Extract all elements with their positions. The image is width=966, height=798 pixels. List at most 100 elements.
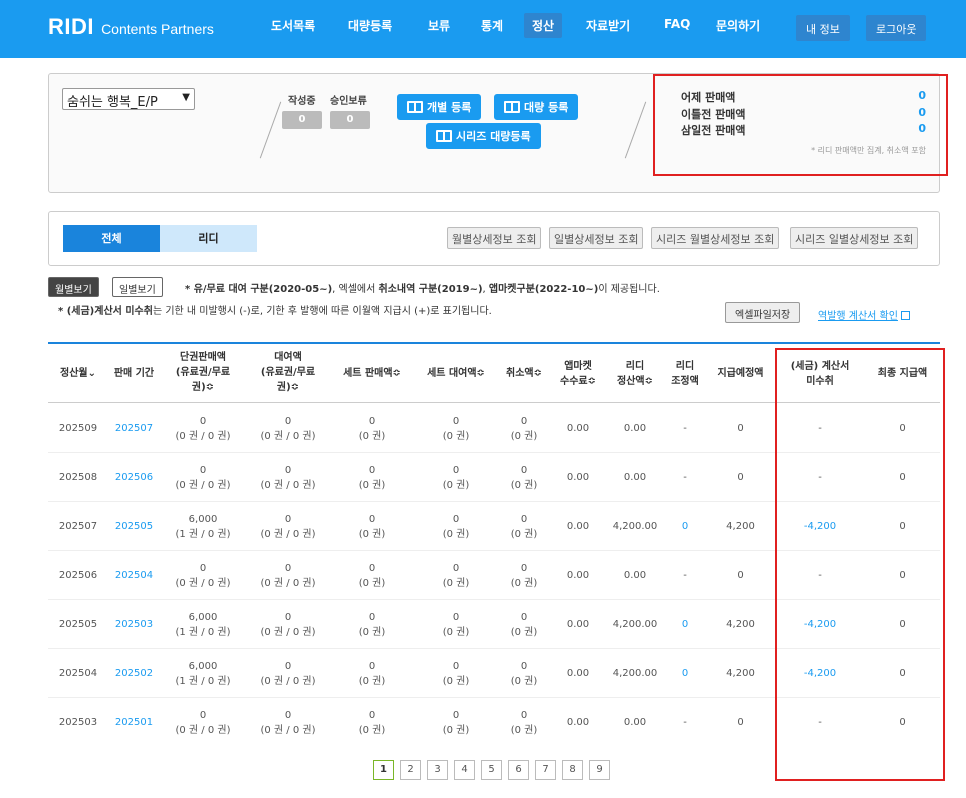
daily-view-button[interactable]: 일별보기 <box>112 277 163 297</box>
table-cell-rental: 0 (0 권 / 0 권) <box>260 514 316 540</box>
column-header-ridi-settle[interactable]: 리디 정산액≎ <box>606 359 664 389</box>
table-cell-appmarket-fee: 0.00 <box>566 423 590 434</box>
column-header-set-sales[interactable]: 세트 판매액≎ <box>330 366 414 381</box>
page-button[interactable]: 5 <box>481 760 502 780</box>
table-cell-single-sales: 6,000 (1 권 / 0 권) <box>175 514 231 540</box>
table-cell-rental: 0 (0 권 / 0 권) <box>260 612 316 638</box>
table-cell-sale-period[interactable]: 202503 <box>108 617 160 632</box>
table-cell-expected-pay: 4,200 <box>726 668 755 679</box>
page-button[interactable]: 8 <box>562 760 583 780</box>
table-cell-appmarket-fee: 0.00 <box>566 570 590 581</box>
excel-save-button[interactable]: 엑셀파일저장 <box>725 302 801 323</box>
table-cell-ridi-adjust[interactable]: 0 <box>664 666 706 681</box>
table-cell-expected-pay: 0 <box>737 423 744 434</box>
column-header-ridi-adjust: 리디 조정액 <box>671 361 699 387</box>
nav-stats[interactable]: 통계 <box>481 17 503 34</box>
table-cell-rental: 0 (0 권 / 0 권) <box>260 465 316 491</box>
book-icon <box>436 130 452 142</box>
table-cell-ridi-adjust: - <box>683 570 687 581</box>
table-cell-set-rental: 0 (0 권) <box>442 416 470 442</box>
table-cell-sale-period[interactable]: 202505 <box>108 519 160 534</box>
notice-line-1: * 유/무료 대여 구분(2020-05~), 엑셀에서 취소내역 구분(201… <box>185 280 660 295</box>
nav-faq[interactable]: FAQ <box>664 17 690 31</box>
series-monthly-detail-button[interactable]: 시리즈 월별상세정보 조회 <box>651 227 780 249</box>
page-button[interactable]: 9 <box>589 760 610 780</box>
table-cell-ridi-adjust: - <box>683 423 687 434</box>
column-header-expected-pay: 지급예정액 <box>717 368 764 379</box>
pending-count[interactable]: 0 <box>330 111 370 129</box>
column-header-single-sales[interactable]: 단권판매액 (유료권/무료 권)≎ <box>160 350 246 395</box>
table-cell-appmarket-fee: 0.00 <box>566 521 590 532</box>
table-cell-cancel: 0 (0 권) <box>510 416 538 442</box>
series-daily-detail-button[interactable]: 시리즈 일별상세정보 조회 <box>790 227 919 249</box>
table-cell-rental: 0 (0 권 / 0 권) <box>260 416 316 442</box>
notice-invoice: * (세금)계산서 미수취 <box>58 306 153 317</box>
monthly-detail-button[interactable]: 월별상세정보 조회 <box>447 227 542 249</box>
writing-count[interactable]: 0 <box>282 111 322 129</box>
page-button[interactable]: 6 <box>508 760 529 780</box>
nav-book-list[interactable]: 도서목록 <box>271 17 315 34</box>
table-cell-cancel: 0 (0 권) <box>510 661 538 687</box>
logout-button[interactable]: 로그아웃 <box>866 15 927 41</box>
book-select[interactable]: 숨쉬는 행복_E/P ▼ <box>62 88 195 110</box>
table-cell-settle-month: 202506 <box>58 570 98 581</box>
table-cell-ridi-adjust[interactable]: 0 <box>664 519 706 534</box>
table-cell-expected-pay: 4,200 <box>726 521 755 532</box>
table-cell-set-sales: 0 (0 권) <box>358 465 386 491</box>
table-cell-ridi-adjust: - <box>683 717 687 728</box>
column-header-appmarket-fee[interactable]: 앱마켓 수수료≎ <box>550 359 606 389</box>
tab-ridi[interactable]: 리디 <box>160 225 257 252</box>
nav-bulk-register[interactable]: 대량등록 <box>348 17 392 34</box>
my-info-button[interactable]: 내 정보 <box>796 15 850 41</box>
column-header-set-rental[interactable]: 세트 대여액≎ <box>414 366 498 381</box>
nav-inquiry[interactable]: 문의하기 <box>716 17 760 34</box>
page-button[interactable]: 7 <box>535 760 556 780</box>
reverse-invoice-label: 역발행 계산서 확인 <box>818 311 898 322</box>
daily-detail-button[interactable]: 일별상세정보 조회 <box>549 227 644 249</box>
table-cell-single-sales: 0 (0 권 / 0 권) <box>175 465 231 491</box>
nav-hold[interactable]: 보류 <box>428 17 450 34</box>
chevron-down-icon: ▼ <box>182 92 190 103</box>
table-cell-appmarket-fee: 0.00 <box>566 619 590 630</box>
table-cell-set-rental: 0 (0 권) <box>442 465 470 491</box>
column-header-rental[interactable]: 대여액 (유료권/무료 권)≎ <box>246 350 330 395</box>
individual-register-button[interactable]: 개별 등록 <box>397 94 482 120</box>
table-cell-single-sales: 6,000 (1 권 / 0 권) <box>175 612 231 638</box>
table-cell-ridi-settle: 4,200.00 <box>612 521 658 532</box>
table-cell-cancel: 0 (0 권) <box>510 563 538 589</box>
highlight-box-invoice <box>775 348 945 781</box>
page-button[interactable]: 3 <box>427 760 448 780</box>
column-header-cancel[interactable]: 취소액≎ <box>498 366 550 381</box>
table-cell-sale-period[interactable]: 202506 <box>108 470 160 485</box>
notice-cancel: 취소내역 구분(2019~) <box>378 284 483 295</box>
logo[interactable]: RIDI Contents Partners <box>48 14 214 40</box>
table-cell-single-sales: 0 (0 권 / 0 권) <box>175 416 231 442</box>
table-cell-set-rental: 0 (0 권) <box>442 710 470 736</box>
table-cell-settle-month: 202505 <box>58 619 98 630</box>
table-cell-sale-period[interactable]: 202502 <box>108 666 160 681</box>
table-cell-single-sales: 0 (0 권 / 0 권) <box>175 710 231 736</box>
page-button[interactable]: 1 <box>373 760 394 780</box>
page-button[interactable]: 4 <box>454 760 475 780</box>
table-cell-sale-period[interactable]: 202507 <box>108 421 160 436</box>
table-cell-cancel: 0 (0 권) <box>510 465 538 491</box>
table-cell-ridi-adjust[interactable]: 0 <box>664 617 706 632</box>
series-bulk-register-button[interactable]: 시리즈 대량등록 <box>426 123 541 149</box>
nav-settlement[interactable]: 정산 <box>524 13 563 38</box>
column-header-settle-month[interactable]: 정산월⌄ <box>48 366 108 381</box>
table-cell-sale-period[interactable]: 202504 <box>108 568 160 583</box>
table-cell-set-sales: 0 (0 권) <box>358 661 386 687</box>
nav-downloads[interactable]: 자료받기 <box>586 17 630 34</box>
reverse-invoice-link[interactable]: 역발행 계산서 확인 <box>818 307 910 322</box>
table-cell-set-sales: 0 (0 권) <box>358 710 386 736</box>
page-button[interactable]: 2 <box>400 760 421 780</box>
highlight-box-sales <box>653 74 948 176</box>
writing-label: 작성중 <box>288 96 316 107</box>
table-cell-appmarket-fee: 0.00 <box>566 717 590 728</box>
table-cell-ridi-settle: 0.00 <box>623 423 647 434</box>
bulk-register-button[interactable]: 대량 등록 <box>494 94 579 120</box>
table-cell-sale-period[interactable]: 202501 <box>108 715 160 730</box>
tab-all[interactable]: 전체 <box>63 225 160 252</box>
table-cell-ridi-settle: 0.00 <box>623 570 647 581</box>
monthly-view-button[interactable]: 월별보기 <box>48 277 99 297</box>
